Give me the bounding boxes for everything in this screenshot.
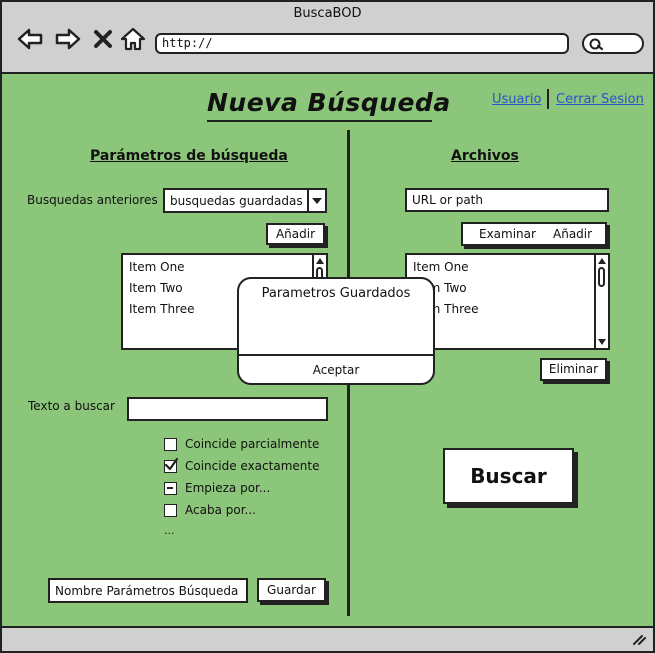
dialog-divider (239, 354, 433, 356)
previous-searches-select[interactable]: busquedas guardadas (163, 188, 327, 213)
scroll-up-icon[interactable] (598, 258, 606, 264)
files-heading: Archivos (451, 148, 519, 164)
checkbox-indeterminate[interactable] (164, 482, 177, 495)
save-params-button[interactable]: Guardar (257, 578, 326, 602)
app-window: BuscaBOD http:// Nueva Búsqueda Usuario … (0, 0, 655, 653)
more-options-ellipsis: ... (164, 524, 175, 537)
saved-params-dialog: Parametros Guardados Aceptar (237, 277, 435, 385)
close-x-icon[interactable] (92, 26, 114, 52)
list-scrollbar[interactable] (594, 255, 608, 348)
window-title: BuscaBOD (293, 6, 362, 21)
chevron-down-icon[interactable] (307, 190, 325, 211)
files-list[interactable]: Item One Item Two Item Three (405, 253, 610, 350)
checkbox-checked[interactable] (164, 458, 178, 473)
add-search-button[interactable]: Añadir (266, 223, 325, 245)
dialog-title: Parametros Guardados (261, 286, 411, 301)
scroll-down-icon[interactable] (598, 339, 606, 345)
dash-icon (167, 487, 173, 489)
browse-button[interactable]: Examinar (479, 224, 536, 244)
forward-arrow-icon[interactable] (54, 26, 82, 52)
list-item[interactable]: Item Three (129, 302, 195, 316)
resize-grip-icon[interactable] (631, 633, 647, 645)
browser-chrome: BuscaBOD http:// (2, 2, 653, 74)
search-text-label: Texto a buscar (28, 399, 115, 413)
browser-search-field[interactable] (582, 33, 644, 54)
search-button[interactable]: Buscar (443, 448, 574, 504)
file-path-input[interactable]: URL or path (405, 188, 609, 212)
usuario-link[interactable]: Usuario (492, 92, 541, 107)
search-icon (589, 38, 604, 51)
home-icon[interactable] (119, 26, 147, 52)
link-separator (547, 89, 549, 109)
accept-button[interactable]: Aceptar (239, 363, 433, 377)
previous-searches-label: Busquedas anteriores (27, 193, 158, 207)
list-item[interactable]: Item One (129, 260, 185, 274)
previous-searches-selected: busquedas guardadas (170, 194, 303, 208)
option-label: Acaba por... (185, 503, 256, 517)
scroll-up-icon[interactable] (316, 258, 324, 264)
cerrar-sesion-link[interactable]: Cerrar Sesion (556, 92, 644, 107)
back-arrow-icon[interactable] (16, 26, 44, 52)
checkbox-unchecked[interactable] (164, 438, 177, 451)
search-text-input[interactable] (127, 397, 328, 421)
page-title: Nueva Búsqueda (207, 88, 450, 122)
list-item[interactable]: Item Two (129, 281, 183, 295)
search-params-heading: Parámetros de búsqueda (90, 148, 288, 164)
delete-file-button[interactable]: Eliminar (540, 358, 607, 381)
url-input[interactable]: http:// (155, 33, 569, 54)
status-bar (2, 626, 653, 651)
checkbox-unchecked[interactable] (164, 504, 177, 517)
checkmark-icon (164, 458, 178, 471)
file-actions-group: Examinar Añadir (461, 222, 607, 246)
add-file-button[interactable]: Añadir (553, 224, 592, 244)
option-label: Empieza por... (185, 481, 271, 495)
list-item[interactable]: Item One (413, 260, 469, 274)
option-label: Coincide parcialmente (185, 437, 320, 451)
params-name-input[interactable]: Nombre Parámetros Búsqueda (48, 578, 248, 603)
option-label: Coincide exactamente (185, 459, 320, 473)
scroll-thumb[interactable] (598, 267, 605, 287)
